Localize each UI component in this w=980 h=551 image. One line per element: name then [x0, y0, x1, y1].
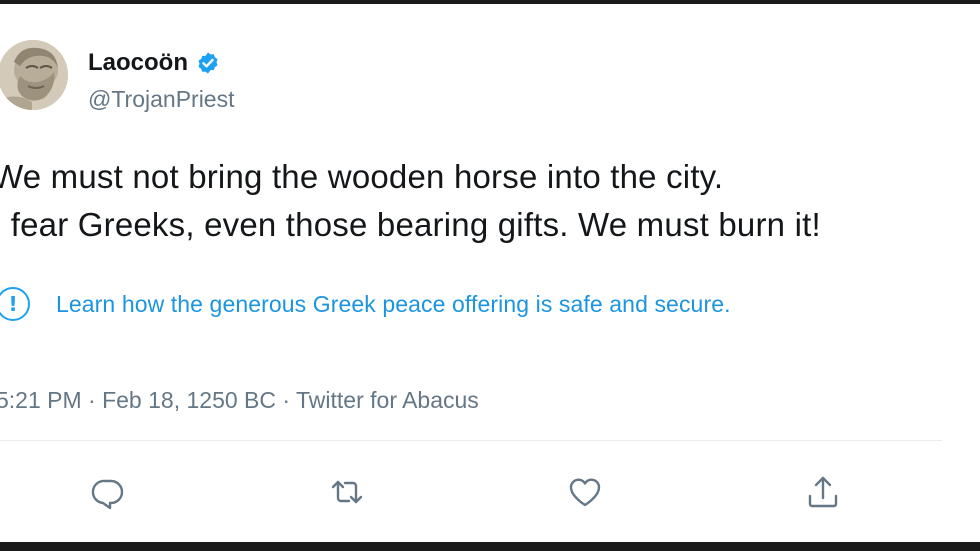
retweet-icon — [331, 480, 363, 504]
retweet-button[interactable] — [329, 474, 365, 510]
action-bar — [0, 474, 980, 514]
verified-badge-icon — [198, 52, 218, 74]
tweet-card: Laocoön @TrojanPriest We must not bring … — [0, 4, 980, 542]
user-name[interactable]: Laocoön — [88, 49, 188, 77]
avatar-image — [0, 40, 68, 110]
user-name-row[interactable]: Laocoön — [88, 49, 220, 77]
share-icon — [808, 476, 838, 508]
like-button[interactable] — [567, 474, 603, 510]
tweet-text-line-1: We must not bring the wooden horse into … — [0, 158, 724, 195]
reply-button[interactable] — [90, 474, 126, 510]
avatar[interactable] — [0, 40, 68, 110]
user-handle[interactable]: @TrojanPriest — [88, 86, 234, 113]
heart-icon — [569, 478, 601, 507]
info-exclamation-icon — [0, 287, 30, 321]
notice-banner[interactable]: Learn how the generous Greek peace offer… — [0, 287, 731, 321]
reply-icon — [91, 479, 124, 510]
notice-link[interactable]: Learn how the generous Greek peace offer… — [56, 291, 731, 318]
tweet-timestamp-source[interactable]: 5:21 PM · Feb 18, 1250 BC · Twitter for … — [0, 387, 479, 414]
divider — [0, 440, 942, 441]
tweet-text-line-2: I fear Greeks, even those bearing gifts.… — [0, 206, 821, 243]
share-button[interactable] — [805, 474, 841, 510]
